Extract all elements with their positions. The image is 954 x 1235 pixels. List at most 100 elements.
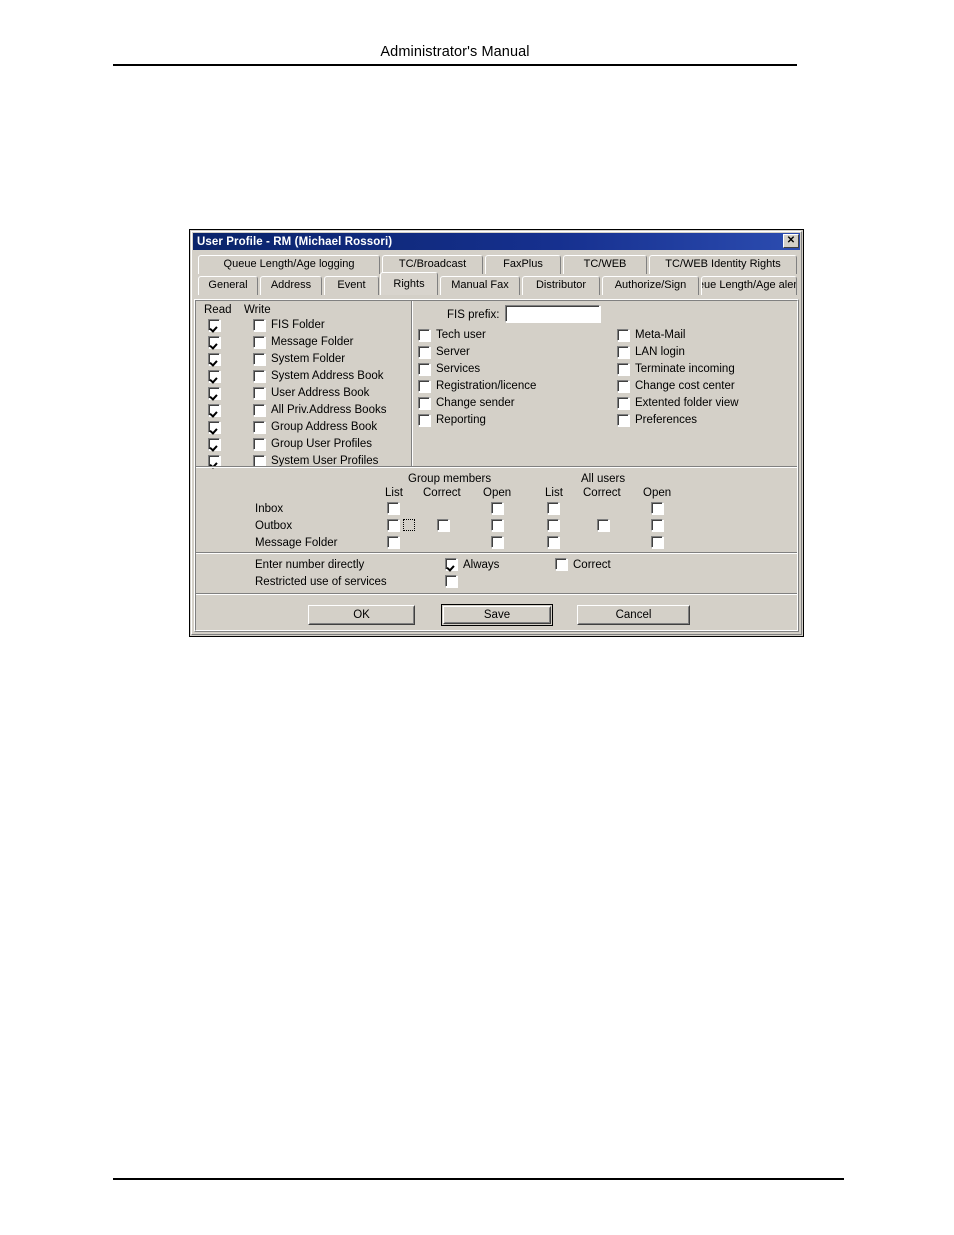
write-checkbox-group-address-book[interactable] bbox=[253, 421, 265, 433]
tab-strip: Queue Length/Age logging TC/Broadcast Fa… bbox=[194, 253, 799, 301]
read-checkbox-user-address-book[interactable] bbox=[208, 387, 220, 399]
always-label: Always bbox=[463, 559, 500, 571]
checkbox-message-folder-group-open[interactable] bbox=[491, 536, 503, 548]
checkbox-outbox-group-correct[interactable] bbox=[437, 519, 449, 531]
tab-distributor[interactable]: Distributor bbox=[522, 276, 600, 295]
tab-tc-web-identity-rights[interactable]: TC/WEB Identity Rights bbox=[649, 255, 797, 274]
rights-row-label: User Address Book bbox=[271, 387, 370, 399]
checkbox-terminate-incoming[interactable] bbox=[617, 363, 629, 375]
tab-label: General bbox=[208, 279, 248, 291]
tab-label: Rights bbox=[393, 278, 425, 290]
checkbox-correct[interactable] bbox=[555, 558, 567, 570]
tab-event[interactable]: Event bbox=[324, 276, 379, 295]
write-checkbox-system-address-book[interactable] bbox=[253, 370, 265, 382]
save-button[interactable]: Save bbox=[441, 604, 553, 626]
group-members-header: Group members bbox=[408, 473, 492, 485]
grid-subheader-gm-open: Open bbox=[483, 487, 512, 499]
checkbox-tech-user[interactable] bbox=[418, 329, 430, 341]
tab-queue-length-age-logging[interactable]: Queue Length/Age logging bbox=[198, 255, 380, 274]
option-label: Services bbox=[436, 363, 481, 375]
grid-row-label-inbox: Inbox bbox=[255, 503, 284, 515]
tab-label: Distributor bbox=[535, 279, 587, 291]
write-checkbox-message-folder[interactable] bbox=[253, 336, 265, 348]
checkbox-outbox-all-correct[interactable] bbox=[597, 519, 609, 531]
outbox-list-focus-indicator[interactable] bbox=[403, 519, 415, 531]
write-checkbox-all-priv-address-books[interactable] bbox=[253, 404, 265, 416]
rights-row-label: System Folder bbox=[271, 353, 346, 365]
checkbox-outbox-all-list[interactable] bbox=[547, 519, 559, 531]
checkbox-change-sender[interactable] bbox=[418, 397, 430, 409]
header-title: Administrator's Manual bbox=[380, 44, 530, 60]
document-page: Administrator's Manual User Profile - RM… bbox=[0, 0, 954, 1235]
tab-faxplus[interactable]: FaxPlus bbox=[485, 255, 561, 274]
checkbox-reporting[interactable] bbox=[418, 414, 430, 426]
section-divider-3 bbox=[196, 593, 797, 595]
tab-label: Authorize/Sign bbox=[614, 279, 687, 291]
rights-row-label: FIS Folder bbox=[271, 319, 325, 331]
correct-label: Correct bbox=[573, 559, 611, 571]
checkbox-outbox-group-open[interactable] bbox=[491, 519, 503, 531]
checkbox-inbox-all-open[interactable] bbox=[651, 502, 663, 514]
checkbox-inbox-all-list[interactable] bbox=[547, 502, 559, 514]
checkbox-message-folder-group-list[interactable] bbox=[387, 536, 399, 548]
tab-row-lower: General Address Event Rights Manual Fax … bbox=[194, 272, 799, 295]
checkbox-change-cost-center[interactable] bbox=[617, 380, 629, 392]
dialog-titlebar[interactable]: User Profile - RM (Michael Rossori) ✕ bbox=[193, 233, 800, 250]
ok-button[interactable]: OK bbox=[308, 605, 415, 625]
close-icon[interactable]: ✕ bbox=[783, 234, 799, 248]
cancel-button[interactable]: Cancel bbox=[577, 605, 690, 625]
tab-queue-length-age-alerting[interactable]: Queue Length/Age alerting bbox=[701, 276, 797, 295]
cancel-button-label: Cancel bbox=[615, 609, 652, 621]
checkbox-message-folder-all-list[interactable] bbox=[547, 536, 559, 548]
checkbox-inbox-group-open[interactable] bbox=[491, 502, 503, 514]
save-button-label: Save bbox=[483, 609, 511, 621]
read-checkbox-all-priv-address-books[interactable] bbox=[208, 404, 220, 416]
tab-label: Manual Fax bbox=[451, 279, 509, 291]
checkbox-server[interactable] bbox=[418, 346, 430, 358]
checkbox-registration-licence[interactable] bbox=[418, 380, 430, 392]
tab-general[interactable]: General bbox=[198, 276, 258, 295]
checkbox-always[interactable] bbox=[445, 558, 457, 570]
tab-rights[interactable]: Rights bbox=[380, 272, 438, 295]
read-checkbox-message-folder[interactable] bbox=[208, 336, 220, 348]
option-label: LAN login bbox=[635, 346, 685, 358]
read-checkbox-system-address-book[interactable] bbox=[208, 370, 220, 382]
tab-tc-web[interactable]: TC/WEB bbox=[563, 255, 647, 274]
checkbox-message-folder-all-open[interactable] bbox=[651, 536, 663, 548]
write-checkbox-system-folder[interactable] bbox=[253, 353, 265, 365]
checkbox-inbox-group-list[interactable] bbox=[387, 502, 399, 514]
write-checkbox-user-address-book[interactable] bbox=[253, 387, 265, 399]
tab-manual-fax[interactable]: Manual Fax bbox=[440, 276, 520, 295]
tab-label: Event bbox=[337, 279, 366, 291]
option-label: Server bbox=[436, 346, 470, 358]
read-checkbox-group-address-book[interactable] bbox=[208, 421, 220, 433]
tab-authorize-sign[interactable]: Authorize/Sign bbox=[602, 276, 699, 295]
checkbox-meta-mail[interactable] bbox=[617, 329, 629, 341]
read-checkbox-group-user-profiles[interactable] bbox=[208, 438, 220, 450]
tab-address[interactable]: Address bbox=[260, 276, 322, 295]
write-checkbox-group-user-profiles[interactable] bbox=[253, 438, 265, 450]
restricted-use-label: Restricted use of services bbox=[255, 576, 387, 588]
checkbox-restricted-use-of-services[interactable] bbox=[445, 575, 457, 587]
checkbox-outbox-group-list[interactable] bbox=[387, 519, 399, 531]
fis-prefix-label: FIS prefix: bbox=[447, 309, 500, 321]
checkbox-extented-folder-view[interactable] bbox=[617, 397, 629, 409]
rights-row-label: Group Address Book bbox=[271, 421, 378, 433]
checkbox-outbox-all-open[interactable] bbox=[651, 519, 663, 531]
checkbox-lan-login[interactable] bbox=[617, 346, 629, 358]
fis-prefix-input[interactable] bbox=[505, 305, 600, 322]
checkbox-services[interactable] bbox=[418, 363, 430, 375]
section-divider-1 bbox=[196, 466, 797, 468]
tab-label: Queue Length/Age logging bbox=[223, 258, 355, 270]
checkbox-preferences[interactable] bbox=[617, 414, 629, 426]
grid-subheader-au-open: Open bbox=[643, 487, 672, 499]
rights-row-label: Group User Profiles bbox=[271, 438, 372, 450]
panel-vertical-divider bbox=[411, 301, 413, 466]
tab-client-area: Read Write FIS Folder Message Folder Sys… bbox=[194, 299, 799, 632]
rights-row-label: System Address Book bbox=[271, 370, 384, 382]
write-checkbox-fis-folder[interactable] bbox=[253, 319, 265, 331]
option-label: Reporting bbox=[436, 414, 486, 426]
read-checkbox-fis-folder[interactable] bbox=[208, 319, 220, 331]
option-label: Preferences bbox=[635, 414, 698, 426]
read-checkbox-system-folder[interactable] bbox=[208, 353, 220, 365]
